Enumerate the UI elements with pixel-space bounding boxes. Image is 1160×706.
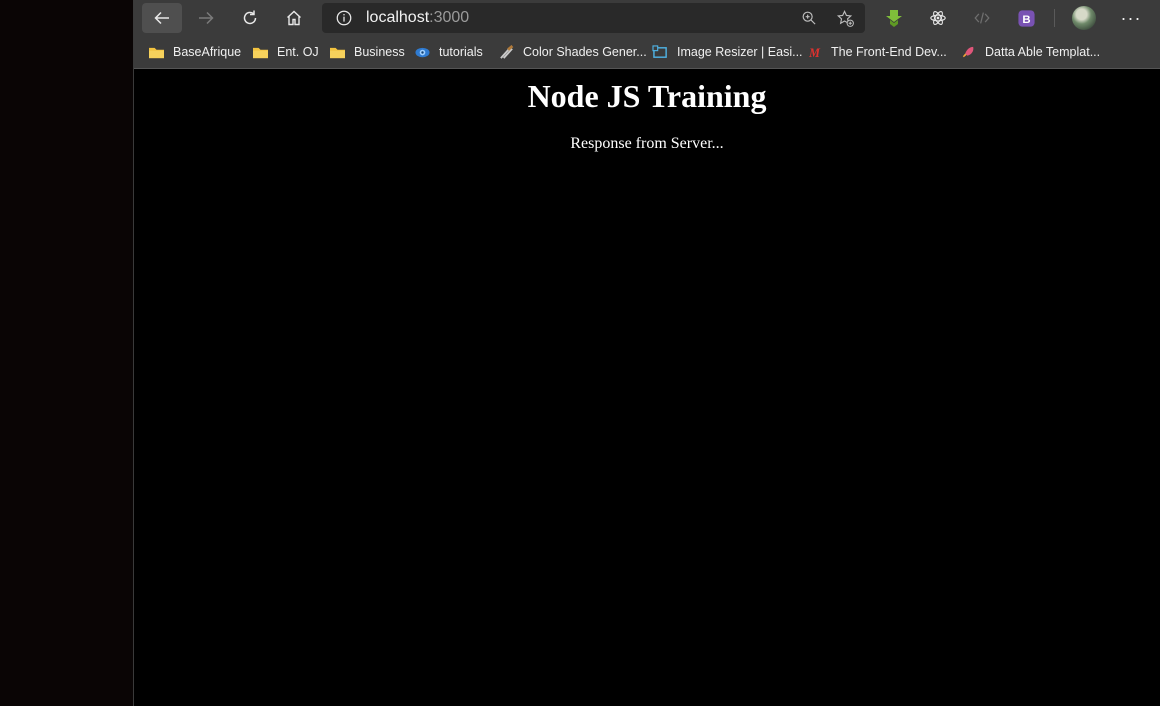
home-button[interactable] [274,3,314,33]
react-devtools-icon[interactable] [926,6,950,30]
add-favorite-icon[interactable] [835,8,855,28]
folder-icon [329,44,346,60]
browser-toolbar: localhost:3000 B ··· [134,0,1160,36]
folder-icon [148,44,165,60]
page-heading: Node JS Training [527,78,767,114]
bookmark-label: Image Resizer | Easi... [677,45,803,59]
bookmark-label: Ent. OJ [277,45,319,59]
settings-more-button[interactable]: ··· [1114,3,1148,33]
desktop-background [0,0,133,706]
server-response-text: Response from Server... [570,135,724,152]
url-host: localhost [366,9,430,26]
svg-text:M: M [808,46,821,60]
resize-icon [652,44,669,60]
browser-window: localhost:3000 B ··· BaseAfrique Ent. OJ… [133,0,1160,706]
bookmark-color-shades[interactable]: Color Shades Gener... [498,42,647,62]
bookmark-label: BaseAfrique [173,45,242,59]
bookmark-label: Business [354,45,405,59]
bookmark-front-end-dev[interactable]: M The Front-End Dev... [806,42,947,62]
bookmark-ent-oj[interactable]: Ent. OJ [252,42,319,62]
refresh-button[interactable] [230,3,270,33]
home-icon [287,10,301,26]
eye-icon [414,44,431,60]
bookmark-business[interactable]: Business [329,42,405,62]
toolbar-divider [1054,9,1055,27]
bookmark-label: Datta Able Templat... [985,45,1101,59]
tools-icon [498,44,515,60]
more-dots-icon: ··· [1120,7,1142,28]
svg-text:B: B [1022,14,1030,26]
bootstrap-extension-icon[interactable]: B [1014,6,1038,30]
profile-avatar[interactable] [1072,6,1096,30]
code-extension-icon[interactable] [970,6,994,30]
zoom-icon[interactable] [799,8,819,28]
info-icon[interactable] [334,8,354,28]
url-port: :3000 [429,9,470,26]
page-content: Node JS Training Response from Server... [134,70,1160,706]
url-text[interactable]: localhost:3000 [366,9,469,27]
bookmark-tutorials[interactable]: tutorials [414,42,483,62]
bookmark-label: Color Shades Gener... [523,45,647,59]
folder-icon [252,44,269,60]
arrow-left-icon [154,11,169,25]
bookmarks-bar: BaseAfrique Ent. OJ Business tutorials C… [134,36,1160,69]
back-button[interactable] [142,3,182,33]
bookmark-baseafrique[interactable]: BaseAfrique [148,42,241,62]
bookmark-image-resizer[interactable]: Image Resizer | Easi... [652,42,803,62]
refresh-icon [243,10,257,25]
bookmark-label: The Front-End Dev... [831,45,947,59]
download-extension-icon[interactable] [882,6,906,30]
rocket-icon [960,44,977,60]
address-bar[interactable]: localhost:3000 [322,3,865,33]
m-logo-icon: M [806,44,823,60]
forward-button[interactable] [186,3,226,33]
bookmark-datta-able[interactable]: Datta Able Templat... [960,42,1100,62]
arrow-right-icon [199,11,214,25]
bookmark-label: tutorials [439,45,483,59]
